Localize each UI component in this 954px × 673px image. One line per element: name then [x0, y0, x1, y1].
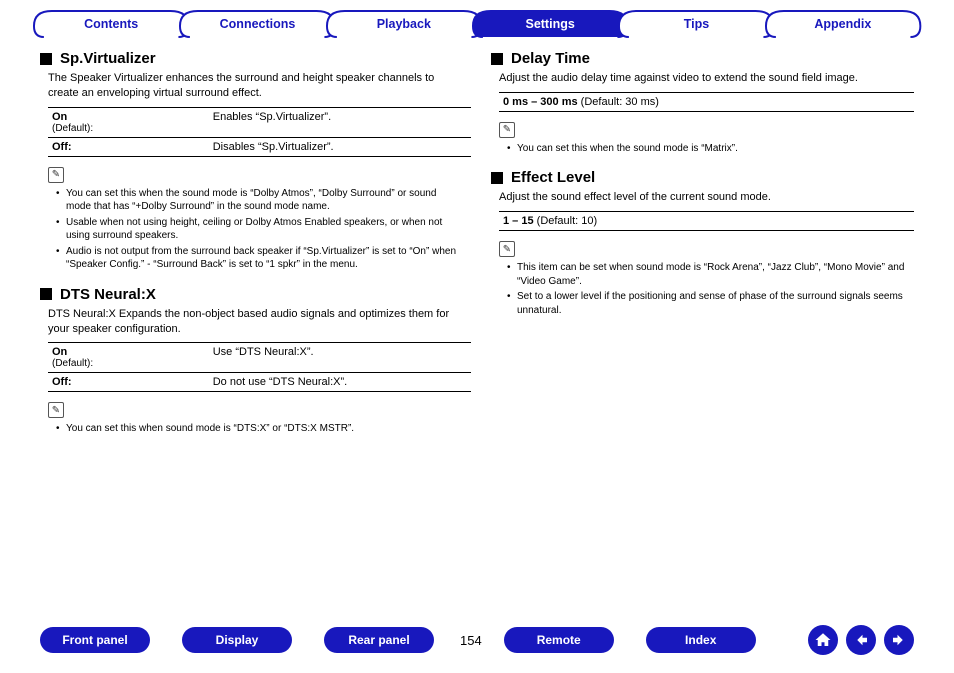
- nav-icons: [808, 625, 914, 655]
- section-dts-neuralx: DTS Neural:X DTS Neural:X Expands the no…: [40, 286, 463, 436]
- table-row: On(Default): Enables “Sp.Virtualizer”.: [48, 107, 471, 137]
- right-column: Delay Time Adjust the audio delay time a…: [491, 50, 914, 450]
- tab-label: Tips: [617, 10, 775, 38]
- note-item: You can set this when sound mode is “DTS…: [56, 422, 463, 436]
- notes-list: You can set this when the sound mode is …: [507, 142, 914, 156]
- tab-label: Appendix: [764, 10, 922, 38]
- tab-tips[interactable]: Tips: [617, 10, 775, 38]
- notes-list: This item can be set when sound mode is …: [507, 261, 914, 317]
- range-box: 1 – 15 (Default: 10): [499, 211, 914, 231]
- tab-appendix[interactable]: Appendix: [764, 10, 922, 38]
- option-val: Disables “Sp.Virtualizer”.: [209, 137, 471, 156]
- left-column: Sp.Virtualizer The Speaker Virtualizer e…: [40, 50, 463, 450]
- section-sp-virtualizer: Sp.Virtualizer The Speaker Virtualizer e…: [40, 50, 463, 272]
- page-body: Sp.Virtualizer The Speaker Virtualizer e…: [0, 38, 954, 450]
- bottom-nav: Front panel Display Rear panel 154 Remot…: [0, 625, 954, 655]
- tab-playback[interactable]: Playback: [325, 10, 483, 38]
- section-title: DTS Neural:X: [60, 286, 156, 303]
- section-desc: Adjust the sound effect level of the cur…: [499, 190, 914, 205]
- note-item: You can set this when the sound mode is …: [56, 187, 463, 214]
- note-item: Usable when not using height, ceiling or…: [56, 216, 463, 243]
- top-tabs: Contents Connections Playback Settings T…: [0, 0, 954, 38]
- range-bold: 1 – 15: [503, 215, 534, 227]
- option-val: Use “DTS Neural:X”.: [209, 343, 471, 373]
- notes-list: You can set this when the sound mode is …: [56, 187, 463, 272]
- range-rest: (Default: 30 ms): [578, 96, 659, 108]
- note-item: You can set this when the sound mode is …: [507, 142, 914, 156]
- option-key: Off:: [52, 141, 72, 153]
- section-desc: The Speaker Virtualizer enhances the sur…: [48, 71, 463, 101]
- link-front-panel[interactable]: Front panel: [40, 627, 150, 653]
- section-delay-time: Delay Time Adjust the audio delay time a…: [491, 50, 914, 155]
- link-display[interactable]: Display: [182, 627, 292, 653]
- note-item: This item can be set when sound mode is …: [507, 261, 914, 288]
- note-icon: ✎: [499, 241, 515, 257]
- tab-connections[interactable]: Connections: [178, 10, 336, 38]
- option-table: On(Default): Enables “Sp.Virtualizer”. O…: [48, 107, 471, 157]
- tab-label: Settings: [471, 10, 629, 38]
- note-item: Audio is not output from the surround ba…: [56, 245, 463, 272]
- notes-list: You can set this when sound mode is “DTS…: [56, 422, 463, 436]
- prev-icon[interactable]: [846, 625, 876, 655]
- section-effect-level: Effect Level Adjust the sound effect lev…: [491, 169, 914, 317]
- note-item: Set to a lower level if the positioning …: [507, 290, 914, 317]
- option-table: On(Default): Use “DTS Neural:X”. Off: Do…: [48, 342, 471, 392]
- option-sub: (Default):: [52, 123, 205, 134]
- option-key: Off:: [52, 376, 72, 388]
- note-icon: ✎: [48, 167, 64, 183]
- option-key: On: [52, 346, 67, 358]
- tab-label: Contents: [32, 10, 190, 38]
- link-rear-panel[interactable]: Rear panel: [324, 627, 434, 653]
- page-number: 154: [460, 633, 482, 648]
- tab-settings[interactable]: Settings: [471, 10, 629, 38]
- table-row: On(Default): Use “DTS Neural:X”.: [48, 343, 471, 373]
- section-title: Delay Time: [511, 50, 590, 67]
- section-title: Sp.Virtualizer: [60, 50, 156, 67]
- section-desc: Adjust the audio delay time against vide…: [499, 71, 914, 86]
- square-bullet-icon: [40, 53, 52, 65]
- note-icon: ✎: [48, 402, 64, 418]
- tab-label: Playback: [325, 10, 483, 38]
- home-icon[interactable]: [808, 625, 838, 655]
- link-index[interactable]: Index: [646, 627, 756, 653]
- table-row: Off: Do not use “DTS Neural:X”.: [48, 373, 471, 392]
- range-bold: 0 ms – 300 ms: [503, 96, 578, 108]
- range-rest: (Default: 10): [534, 215, 598, 227]
- square-bullet-icon: [491, 172, 503, 184]
- note-icon: ✎: [499, 122, 515, 138]
- next-icon[interactable]: [884, 625, 914, 655]
- link-remote[interactable]: Remote: [504, 627, 614, 653]
- square-bullet-icon: [491, 53, 503, 65]
- option-sub: (Default):: [52, 358, 205, 369]
- option-val: Enables “Sp.Virtualizer”.: [209, 107, 471, 137]
- option-key: On: [52, 111, 67, 123]
- section-desc: DTS Neural:X Expands the non-object base…: [48, 307, 463, 337]
- table-row: Off: Disables “Sp.Virtualizer”.: [48, 137, 471, 156]
- tab-contents[interactable]: Contents: [32, 10, 190, 38]
- tab-label: Connections: [178, 10, 336, 38]
- range-box: 0 ms – 300 ms (Default: 30 ms): [499, 92, 914, 112]
- section-title: Effect Level: [511, 169, 595, 186]
- square-bullet-icon: [40, 288, 52, 300]
- option-val: Do not use “DTS Neural:X”.: [209, 373, 471, 392]
